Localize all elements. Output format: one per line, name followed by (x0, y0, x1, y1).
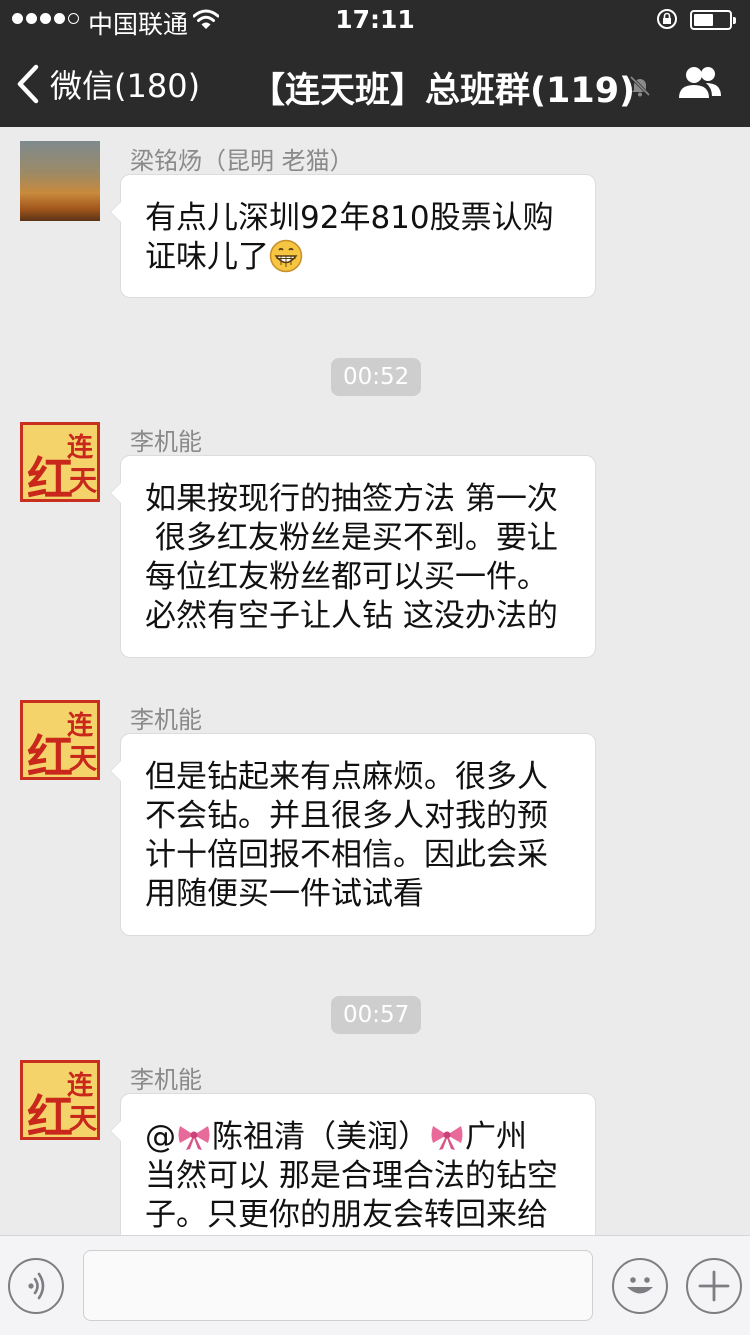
emoji-button[interactable] (612, 1258, 668, 1314)
mention-city: 广州 (465, 1119, 527, 1155)
message-line: 当然可以 那是合理合法的钻空 (145, 1158, 558, 1194)
rotation-lock-icon (657, 9, 677, 29)
mention-at: @ (145, 1119, 176, 1155)
message-bubble[interactable]: 如果按现行的抽签方法 第一次 很多红友粉丝是买不到。要让 每位红友粉丝都可以买一… (110, 455, 596, 658)
message-line: 计十倍回报不相信。因此会采 (145, 837, 548, 873)
avatar[interactable]: 红 连 天 (20, 700, 100, 784)
message-bubble[interactable]: @ 陈祖清（美润） 广州 当然可以 那是合理合法的钻空 子。只更你的朋友会转回来… (110, 1093, 596, 1235)
timestamp: 00:52 (331, 358, 422, 396)
message-line: 如果按现行的抽签方法 第一次 (145, 481, 558, 517)
top-bar: 中国联通 17:11 微信(180) 【连天班】总班群(119) (0, 0, 750, 127)
voice-icon (28, 1272, 45, 1300)
ribbon-icon (431, 1126, 463, 1150)
avatar[interactable]: 红 连 天 (20, 422, 100, 506)
clock: 17:11 (335, 5, 415, 34)
message-line: 有点儿深圳92年810股票认购 (145, 200, 554, 236)
avatar[interactable] (20, 141, 100, 221)
message-bubble[interactable]: 有点儿深圳92年810股票认购 证味儿了 (110, 174, 596, 298)
more-button[interactable] (686, 1258, 742, 1314)
sender-name: 梁铭炀（昆明 老猫） (130, 147, 354, 175)
message-line: 必然有空子让人钻 这没办法的 (145, 598, 558, 634)
sender-name: 李机能 (130, 428, 202, 456)
smiley-icon (627, 1277, 653, 1294)
avatar[interactable]: 红 连 天 (20, 1060, 100, 1144)
grinning-face-icon (269, 239, 303, 273)
voice-button[interactable] (8, 1258, 64, 1314)
ribbon-icon (178, 1126, 210, 1150)
message-line-text: 证味儿了 (145, 239, 269, 275)
sender-name: 李机能 (130, 1066, 202, 1094)
chevron-left-icon (17, 64, 39, 104)
message-input[interactable] (83, 1250, 593, 1321)
sender-name: 李机能 (130, 706, 202, 734)
message-line: @ 陈祖清（美润） 广州 (145, 1118, 581, 1157)
message-line: 不会钻。并且很多人对我的预 (145, 798, 548, 834)
battery-icon (690, 10, 736, 30)
message-line: 但是钻起来有点麻烦。很多人 (145, 759, 548, 795)
input-bar (0, 1235, 750, 1335)
message-line: 每位红友粉丝都可以买一件。 (145, 559, 548, 595)
message-line: 证味儿了 (145, 238, 581, 277)
message-line: 子。只更你的朋友会转回来给 (145, 1197, 548, 1233)
mute-bell-icon (629, 75, 651, 97)
mention-name: 陈祖清（美润） (212, 1119, 429, 1155)
timestamp: 00:57 (331, 996, 422, 1034)
plus-icon (698, 1270, 730, 1302)
chat-title: 【连天班】总班群(119) (250, 71, 636, 111)
message-line: 很多红友粉丝是买不到。要让 (145, 520, 558, 556)
chat-area[interactable]: 梁铭炀（昆明 老猫） 有点儿深圳92年810股票认购 证味儿了 00:52 红 … (0, 127, 750, 1235)
message-bubble[interactable]: 但是钻起来有点麻烦。很多人 不会钻。并且很多人对我的预 计十倍回报不相信。因此会… (110, 733, 596, 936)
group-info-icon[interactable] (676, 64, 724, 104)
message-line: 用随便买一件试试看 (145, 876, 424, 912)
back-button[interactable]: 微信(180) (14, 60, 200, 108)
back-label: 微信(180) (50, 67, 201, 105)
status-bar: 中国联通 17:11 (0, 0, 750, 40)
